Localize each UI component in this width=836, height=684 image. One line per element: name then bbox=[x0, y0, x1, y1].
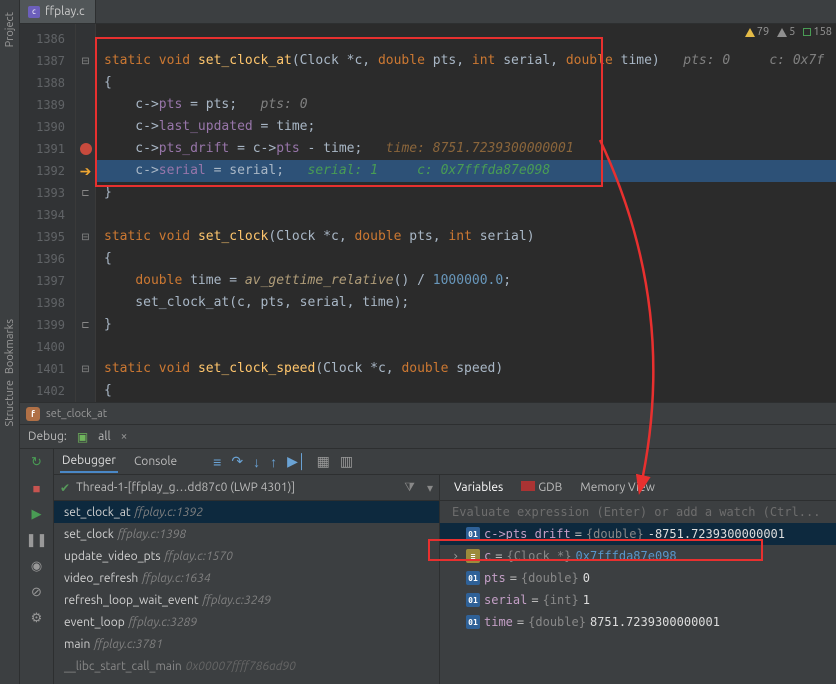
chevron-down-icon[interactable]: ▾ bbox=[427, 481, 433, 495]
code-editor[interactable]: 79 5 158 1386138713881389139013911392139… bbox=[20, 24, 836, 402]
function-icon: f bbox=[26, 407, 40, 421]
step-over-icon[interactable]: ↷ bbox=[231, 453, 243, 470]
execution-point-icon: ➔ bbox=[80, 164, 92, 178]
prim-icon: 01 bbox=[466, 615, 480, 629]
tab-variables[interactable]: Variables bbox=[452, 477, 505, 498]
close-icon[interactable]: × bbox=[121, 430, 128, 443]
editor-tab-bar: c ffplay.c bbox=[20, 0, 836, 24]
evaluate-icon[interactable]: ▦ bbox=[317, 453, 330, 470]
line-number-gutter[interactable]: 1386138713881389139013911392139313941395… bbox=[20, 24, 76, 402]
threads-icon[interactable]: ≡ bbox=[213, 453, 221, 470]
prim-icon: 01 bbox=[466, 593, 480, 607]
mute-breakpoints-icon[interactable]: ⊘ bbox=[28, 583, 46, 601]
fold-icon[interactable]: ⊟ bbox=[81, 55, 89, 67]
stack-frame[interactable]: set_clock_at ffplay.c:1392 bbox=[54, 501, 439, 523]
tab-ffplay-c[interactable]: c ffplay.c bbox=[20, 0, 96, 23]
fold-end-icon[interactable]: ⊏ bbox=[81, 187, 89, 199]
debug-panel: ↻ ■ ▶ ❚❚ ◉ ⊘ ⚙ Debugger Console ≡ ↷ ↓ ↑ … bbox=[20, 448, 836, 684]
stack-frame[interactable]: update_video_pts ffplay.c:1570 bbox=[54, 545, 439, 567]
run-to-cursor-icon[interactable]: ▶│ bbox=[287, 453, 307, 470]
frames-list[interactable]: set_clock_at ffplay.c:1392 set_clock ffp… bbox=[54, 501, 439, 684]
tab-console[interactable]: Console bbox=[132, 451, 179, 472]
project-tool-button[interactable]: Project bbox=[4, 12, 16, 47]
tab-label: ffplay.c bbox=[45, 5, 85, 18]
icon-gutter[interactable]: ⊟ ➔ ⊏ ⊟ ⊏ ⊟ bbox=[76, 24, 96, 402]
breadcrumb[interactable]: f set_clock_at bbox=[20, 402, 836, 424]
stack-frame[interactable]: __libc_start_call_main 0x00007ffff786ad9… bbox=[54, 655, 439, 677]
debug-side-toolbar: ↻ ■ ▶ ❚❚ ◉ ⊘ ⚙ bbox=[20, 449, 54, 684]
variable-row[interactable]: 01 time = {double} 8751.7239300000001 bbox=[440, 611, 836, 633]
obj-icon: ≡ bbox=[466, 549, 480, 563]
step-out-icon[interactable]: ↑ bbox=[270, 453, 277, 470]
stack-frame[interactable]: event_loop ffplay.c:3289 bbox=[54, 611, 439, 633]
variable-row[interactable]: 01 pts = {double} 0 bbox=[440, 567, 836, 589]
evaluate-expression-input[interactable]: Evaluate expression (Enter) or add a wat… bbox=[440, 501, 836, 523]
view-breakpoints-icon[interactable]: ◉ bbox=[28, 557, 46, 575]
variable-row[interactable]: ›≡ c = {Clock *} 0x7fffda87e098 bbox=[440, 545, 836, 567]
editor-scrollbar[interactable] bbox=[824, 0, 836, 23]
pause-icon[interactable]: ❚❚ bbox=[28, 531, 46, 549]
settings-icon[interactable]: ⚙ bbox=[28, 609, 46, 627]
variables-pane: Variables GDB Memory View Evaluate expre… bbox=[440, 475, 836, 684]
breadcrumb-function: set_clock_at bbox=[46, 408, 107, 420]
stack-frame[interactable]: set_clock ffplay.c:1398 bbox=[54, 523, 439, 545]
run-config-icon: ▣ bbox=[77, 430, 88, 444]
resume-icon[interactable]: ▶ bbox=[28, 505, 46, 523]
code-area[interactable]: static void set_clock_at(Clock *c, doubl… bbox=[96, 24, 836, 402]
breakpoint-icon[interactable] bbox=[80, 143, 92, 155]
bookmarks-tool-button[interactable]: Bookmarks bbox=[4, 319, 16, 374]
stack-frame[interactable]: video_refresh ffplay.c:1634 bbox=[54, 567, 439, 589]
variable-row[interactable]: 01 serial = {int} 1 bbox=[440, 589, 836, 611]
thread-name: Thread-1-[ffplay_g…dd87c0 (LWP 4301)] bbox=[76, 481, 295, 494]
c-file-icon: c bbox=[28, 6, 40, 18]
structure-tool-button[interactable]: Structure bbox=[4, 380, 16, 427]
prim-icon: 01 bbox=[466, 527, 480, 541]
fold-icon[interactable]: ⊟ bbox=[81, 231, 89, 243]
tab-debugger[interactable]: Debugger bbox=[60, 450, 118, 473]
debug-tabs: Debugger Console ≡ ↷ ↓ ↑ ▶│ ▦ ▥ bbox=[54, 449, 836, 475]
left-tool-strip: Project Bookmarks Structure bbox=[0, 0, 20, 684]
variables-tabs: Variables GDB Memory View bbox=[440, 475, 836, 501]
check-icon: ✔ bbox=[60, 481, 70, 495]
stack-frame[interactable]: main ffplay.c:3781 bbox=[54, 633, 439, 655]
tab-gdb[interactable]: GDB bbox=[519, 477, 564, 498]
expander-icon[interactable]: › bbox=[452, 549, 462, 563]
stop-icon[interactable]: ■ bbox=[28, 479, 46, 497]
step-into-icon[interactable]: ↓ bbox=[253, 453, 260, 470]
layout-icon[interactable]: ▥ bbox=[340, 453, 353, 470]
tab-memory-view[interactable]: Memory View bbox=[578, 477, 657, 498]
frames-pane: ✔ Thread-1-[ffplay_g…dd87c0 (LWP 4301)] … bbox=[54, 475, 440, 684]
fold-icon[interactable]: ⊟ bbox=[81, 363, 89, 375]
debug-tool-window-header: Debug: ▣ all × bbox=[20, 424, 836, 448]
stack-frame[interactable]: refresh_loop_wait_event ffplay.c:3249 bbox=[54, 589, 439, 611]
thread-selector[interactable]: ✔ Thread-1-[ffplay_g…dd87c0 (LWP 4301)] … bbox=[54, 475, 439, 501]
debug-label: Debug: bbox=[28, 430, 67, 443]
filter-icon[interactable]: ⧩ bbox=[404, 481, 415, 495]
fold-end-icon[interactable]: ⊏ bbox=[81, 319, 89, 331]
run-config-name[interactable]: all bbox=[98, 430, 110, 443]
gdb-icon bbox=[521, 481, 535, 491]
rerun-icon[interactable]: ↻ bbox=[28, 453, 46, 471]
prim-icon: 01 bbox=[466, 571, 480, 585]
variable-row[interactable]: 01 c->pts_drift = {double} -8751.7239300… bbox=[440, 523, 836, 545]
